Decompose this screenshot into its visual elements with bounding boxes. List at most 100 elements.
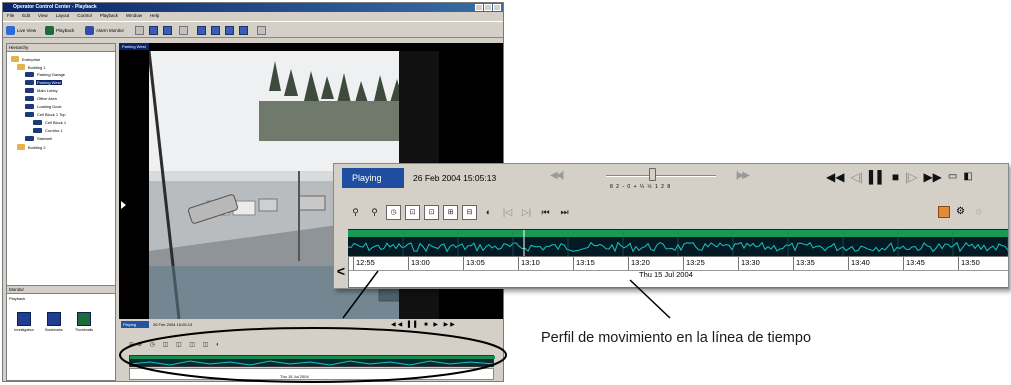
tree-item-camera[interactable]: Corridor 1 xyxy=(33,128,64,133)
menu-file[interactable]: File xyxy=(7,12,14,20)
folder-icon xyxy=(17,144,25,150)
camera-icon xyxy=(25,104,34,109)
speed-slider-handle[interactable] xyxy=(649,168,656,181)
small-status-badge: Playing xyxy=(121,321,149,328)
speed-scale: 8 2 - 0 + ¼ ½ 1 2 8 xyxy=(610,184,672,190)
motion-profile-bar[interactable] xyxy=(347,229,1008,257)
previous-frame-icon[interactable]: ◁| xyxy=(850,166,862,188)
tree-item-camera[interactable]: Office Area xyxy=(25,96,58,101)
investigation-tool[interactable]: Investigation xyxy=(11,312,37,332)
menu-control[interactable]: Control xyxy=(77,12,92,20)
minimize-button[interactable] xyxy=(475,4,483,11)
export-clip-icon[interactable]: ⚙ xyxy=(956,206,968,218)
search-motion-icon[interactable]: ◐ xyxy=(481,205,496,220)
live-view-button[interactable]: Live View xyxy=(6,25,36,36)
monitor-header: Monitor xyxy=(7,286,115,294)
tree-item-enterprise[interactable]: Enterprise xyxy=(11,56,41,62)
camera-icon xyxy=(33,120,42,125)
nine-view-icon[interactable] xyxy=(225,26,234,35)
tree-item-camera[interactable]: Cell Block 1 Top xyxy=(25,112,67,117)
next-frame-icon[interactable]: |▷ xyxy=(905,166,917,188)
small-day-label: Thu 15 Jul 2004 xyxy=(280,374,309,379)
time-tick: 13:15 xyxy=(573,257,595,271)
step-back-icon[interactable]: ◀◀| xyxy=(550,170,564,181)
step-forward-icon[interactable]: |▶▶ xyxy=(736,170,750,181)
tree-item-camera-selected[interactable]: Parking West xyxy=(25,80,62,85)
zoom-in-icon[interactable]: ⚲ xyxy=(367,205,382,220)
zoom-out-icon[interactable]: ⚲ xyxy=(348,205,363,220)
bookmark-icon[interactable] xyxy=(938,206,950,218)
speed-slider-track[interactable] xyxy=(606,175,716,177)
tree-item-camera[interactable]: Loading Dock xyxy=(25,104,62,109)
fullscreen-icon[interactable] xyxy=(257,26,266,35)
thumbnails-tool[interactable]: Thumbnails xyxy=(71,312,97,332)
time-tick: 12:55 xyxy=(353,257,375,271)
small-motion-profile[interactable] xyxy=(129,355,496,367)
time-tick: 13:35 xyxy=(793,257,815,271)
day-label: Thu 15 Jul 2004 xyxy=(639,270,693,279)
tree-item-camera[interactable]: Main Lobby xyxy=(25,88,59,93)
tree-item-building-2[interactable]: Building 2 xyxy=(17,144,47,150)
hierarchy-header: Hierarchy xyxy=(7,44,115,52)
scroll-left-icon[interactable]: < xyxy=(334,256,348,288)
last-event-icon[interactable]: ⏭ xyxy=(557,205,572,220)
clock-icon[interactable]: ◷ xyxy=(386,204,401,220)
layout-icon[interactable] xyxy=(135,26,144,35)
small-transport-controls[interactable]: ◀◀ ▌▌ ■ ▶ ▶▶ xyxy=(391,321,457,328)
folder-icon xyxy=(11,56,19,62)
video-caption: Parking West xyxy=(119,43,149,50)
small-tool-icons[interactable]: ⊖⊕ ◷ ◫ ◫ ◫ ◫ ◐ xyxy=(129,341,223,348)
playback-button[interactable]: Playback xyxy=(45,25,74,36)
tree-item-camera[interactable]: Parking Garage xyxy=(25,72,66,77)
small-date: 26 Feb 2004 15:05:13 xyxy=(153,322,193,327)
close-button[interactable] xyxy=(493,4,501,11)
main-toolbar: Live View Playback Alarm Monitor xyxy=(3,21,503,38)
time-tick: 13:10 xyxy=(518,257,540,271)
week-view-icon[interactable]: ⊡ xyxy=(424,204,439,220)
split-view-icon[interactable] xyxy=(197,26,206,35)
menu-window[interactable]: Window xyxy=(126,12,142,20)
menu-edit[interactable]: Edit xyxy=(22,12,30,20)
grid-icon[interactable] xyxy=(163,26,172,35)
tree-item-camera[interactable]: Cell Block 1 xyxy=(33,120,67,125)
alarm-monitor-button[interactable]: Alarm Monitor xyxy=(85,25,124,36)
menu-view[interactable]: View xyxy=(38,12,48,20)
next-bookmark-icon[interactable]: ▷| xyxy=(519,205,534,220)
menu-help[interactable]: Help xyxy=(150,12,159,20)
stop-icon[interactable]: ■ xyxy=(892,166,899,188)
sixteen-view-icon[interactable] xyxy=(239,26,248,35)
previous-bookmark-icon[interactable]: |◁ xyxy=(500,205,515,220)
time-tick: 13:40 xyxy=(848,257,870,271)
menu-playback[interactable]: Playback xyxy=(100,12,118,20)
play-marker-icon xyxy=(121,201,126,209)
first-event-icon[interactable]: ⏮ xyxy=(538,205,553,220)
alarm-icon xyxy=(85,26,94,35)
export-icon[interactable]: ◧ xyxy=(963,166,972,188)
menu-layout[interactable]: Layout xyxy=(56,12,70,20)
bookmarks-tool[interactable]: Bookmarks xyxy=(41,312,67,332)
maximize-button[interactable] xyxy=(484,4,492,11)
zoom-icon[interactable] xyxy=(179,26,188,35)
small-timeline-panel: Playing 26 Feb 2004 15:05:13 ◀◀ ▌▌ ■ ▶ ▶… xyxy=(119,319,503,381)
time-tick: 13:20 xyxy=(628,257,650,271)
menubar: File Edit View Layout Control Playback W… xyxy=(3,12,503,20)
fast-forward-icon[interactable]: ▶▶ xyxy=(923,166,941,188)
camera-icon xyxy=(25,136,34,141)
small-time-ruler[interactable]: Thu 15 Jul 2004 xyxy=(129,368,494,380)
snapshot-icon[interactable]: ▭ xyxy=(948,166,957,188)
month-view-icon[interactable]: ⊞ xyxy=(443,204,458,220)
settings-icon[interactable]: ☼ xyxy=(974,206,986,218)
monitor-icon[interactable] xyxy=(149,26,158,35)
tree-item-camera[interactable]: Stairwell xyxy=(25,136,53,141)
day-view-icon[interactable]: ⊡ xyxy=(405,204,420,220)
camera-icon xyxy=(25,80,34,85)
pause-icon[interactable]: ▌▌ xyxy=(869,166,886,188)
time-ruler[interactable]: 12:55 13:00 13:05 13:10 13:15 13:20 13:2… xyxy=(348,256,1008,288)
range-view-icon[interactable]: ⊟ xyxy=(462,204,477,220)
quad-view-icon[interactable] xyxy=(211,26,220,35)
rewind-icon[interactable]: ◀◀ xyxy=(826,166,844,188)
tree-item-building-1[interactable]: Building 1 xyxy=(17,64,47,70)
monitor-pane: Monitor Playback Investigation Bookmarks… xyxy=(6,285,116,381)
window-titlebar: Operator Control Center - Playback xyxy=(3,3,503,12)
monitor-subheader: Playback xyxy=(9,296,26,301)
